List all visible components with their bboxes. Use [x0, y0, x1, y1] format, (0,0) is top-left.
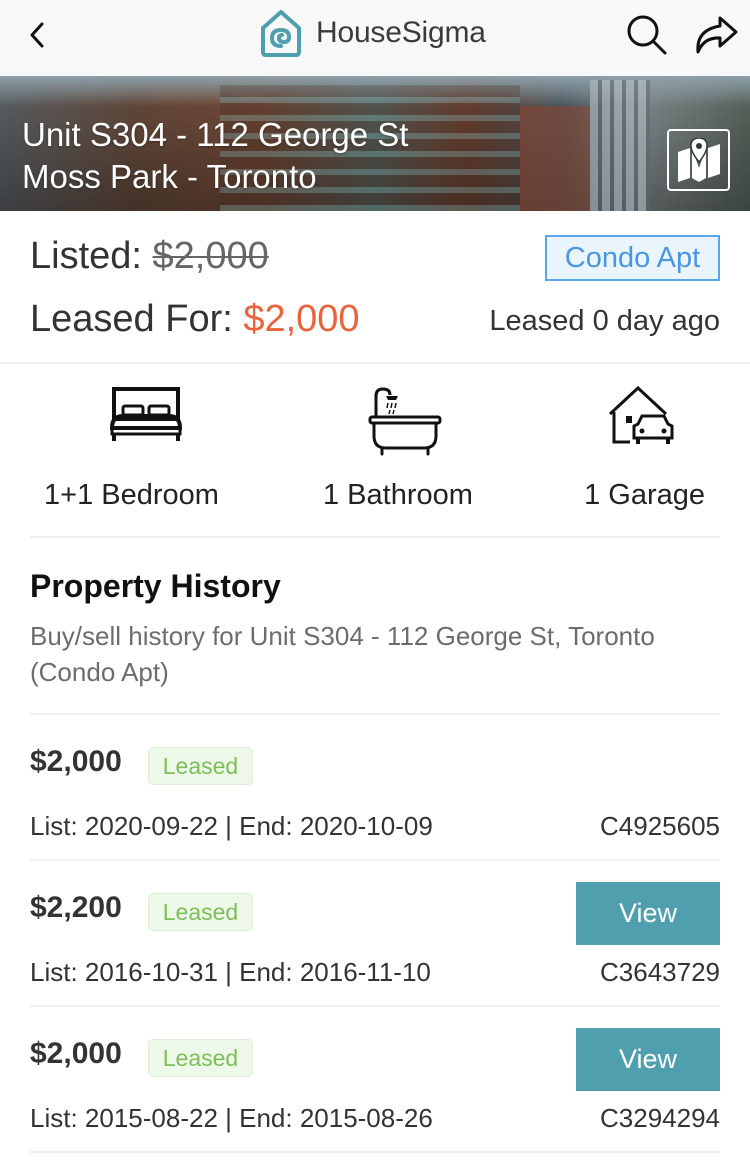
- house-logo-icon: [261, 10, 301, 57]
- leased-price: $2,000: [243, 298, 360, 340]
- address-line-2: Moss Park - Toronto: [22, 158, 317, 195]
- search-button[interactable]: [624, 12, 670, 58]
- map-pin-icon: [677, 138, 720, 182]
- history-dates: List: 2016-10-31 | End: 2016-11-10: [30, 957, 431, 987]
- history-dates: List: 2020-09-22 | End: 2020-10-09: [30, 811, 433, 841]
- mls-number: C3643729: [600, 957, 720, 987]
- property-address: Unit S304 - 112 George St Moss Park - To…: [22, 114, 408, 198]
- address-line-1: Unit S304 - 112 George St: [22, 116, 409, 153]
- listed-label: Listed:: [30, 235, 153, 277]
- listed-price-row: Listed: $2,000: [30, 235, 269, 278]
- feature-garage: 1 Garage: [490, 364, 720, 538]
- share-button[interactable]: [690, 12, 740, 58]
- history-price: $2,000: [30, 745, 122, 778]
- back-button[interactable]: [22, 18, 52, 52]
- property-features: 1+1 Bedroom 1 Bathroom 1 Garage: [30, 364, 720, 538]
- section-title: Property History: [30, 568, 281, 604]
- history-dates: List: 2015-08-22 | End: 2015-08-26: [30, 1103, 433, 1133]
- listed-price: $2,000: [152, 235, 269, 277]
- bed-icon: [109, 387, 183, 441]
- bathtub-icon: [368, 387, 442, 456]
- status-badge: Leased: [148, 893, 253, 931]
- property-photo[interactable]: Unit S304 - 112 George St Moss Park - To…: [0, 76, 750, 211]
- property-type-badge: Condo Apt: [545, 235, 720, 281]
- history-row: $2,000 Leased View List: 2015-08-22 | En…: [30, 1007, 720, 1153]
- mls-number: C3294294: [600, 1103, 720, 1133]
- feature-bathroom: 1 Bathroom: [290, 364, 520, 538]
- history-row: $2,000 Leased List: 2020-09-22 | End: 20…: [30, 715, 720, 861]
- section-subtitle: Buy/sell history for Unit S304 - 112 Geo…: [30, 621, 655, 687]
- history-row: $2,200 Leased View List: 2016-10-31 | En…: [30, 861, 720, 1007]
- app-logo[interactable]: HouseSigma: [258, 6, 486, 60]
- history-price: $2,000: [30, 1037, 122, 1070]
- view-listing-button[interactable]: View: [576, 882, 720, 945]
- leased-price-row: Leased For: $2,000: [30, 298, 360, 341]
- photo-building: [590, 80, 650, 211]
- app-name: HouseSigma: [316, 16, 486, 49]
- feature-bedroom: 1+1 Bedroom: [30, 364, 260, 538]
- photo-building: [520, 106, 590, 211]
- search-icon: [627, 15, 667, 55]
- share-icon: [696, 16, 738, 54]
- chevron-left-icon: [30, 22, 44, 48]
- top-nav-bar: HouseSigma: [0, 0, 750, 76]
- leased-label: Leased For:: [30, 298, 244, 340]
- mls-number: C4925605: [600, 811, 720, 841]
- map-button[interactable]: [667, 129, 730, 191]
- view-listing-button[interactable]: View: [576, 1028, 720, 1091]
- property-history-header: Property History Buy/sell history for Un…: [30, 538, 720, 715]
- bedroom-count: 1+1 Bedroom: [44, 479, 219, 511]
- status-badge: Leased: [148, 747, 253, 785]
- status-badge: Leased: [148, 1039, 253, 1077]
- leased-ago-text: Leased 0 day ago: [489, 305, 720, 337]
- garage-count: 1 Garage: [584, 479, 705, 511]
- price-summary: Listed: $2,000 Condo Apt Leased For: $2,…: [0, 211, 750, 364]
- history-price: $2,200: [30, 891, 122, 924]
- garage-icon: [608, 386, 674, 444]
